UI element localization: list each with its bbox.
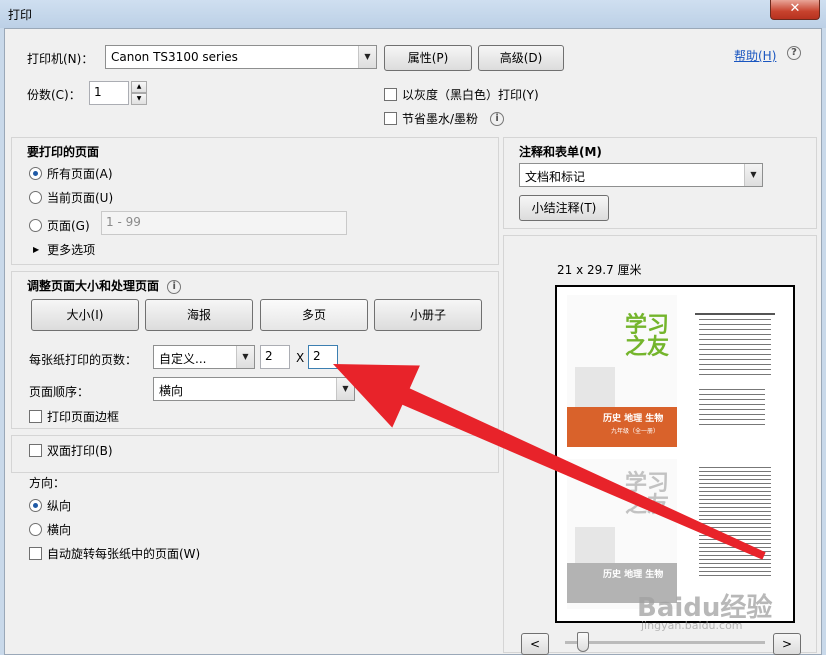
pages-title: 要打印的页面 xyxy=(27,145,100,159)
auto-rotate-label: 自动旋转每张纸中的页面(W) xyxy=(47,547,201,561)
paper-size-label: 21 x 29.7 厘米 xyxy=(557,263,642,277)
preview-cover-top: 学习之友 历史 地理 生物 九年级（全一册） xyxy=(567,295,677,447)
spin-down-icon[interactable]: ▼ xyxy=(131,93,147,105)
size-button[interactable]: 大小(I) xyxy=(31,299,139,331)
radio-current-label: 当前页面(U) xyxy=(47,191,114,205)
print-dialog: 打印机(N)： Canon TS3100 series ▼ 属性(P) 高级(D… xyxy=(4,28,822,655)
columns-input[interactable]: 2 xyxy=(260,345,290,369)
comments-title: 注释和表单(M) xyxy=(519,145,602,159)
radio-landscape[interactable]: 横向 xyxy=(29,521,71,538)
page-order-select[interactable]: 横向 ▼ xyxy=(153,377,355,401)
radio-portrait[interactable]: 纵向 xyxy=(29,497,71,514)
more-options-label: 更多选项 xyxy=(47,243,96,257)
radio-all-pages[interactable]: 所有页面(A) xyxy=(29,165,113,182)
preview-text-page-top xyxy=(685,307,785,437)
checkbox-box[interactable] xyxy=(29,410,42,423)
sizing-title: 调整页面大小和处理页面 i xyxy=(27,277,182,294)
sizing-title-text: 调整页面大小和处理页面 xyxy=(27,279,160,293)
help-icon[interactable]: ? xyxy=(787,46,801,60)
print-border-label: 打印页面边框 xyxy=(47,410,120,424)
orientation-label: 方向： xyxy=(29,476,66,490)
radio-dot[interactable] xyxy=(29,167,42,180)
summarize-comments-button[interactable]: 小结注释(T) xyxy=(519,195,609,221)
pages-per-sheet-label: 每张纸打印的页数： xyxy=(29,353,138,367)
auto-rotate-checkbox[interactable]: 自动旋转每张纸中的页面(W) xyxy=(29,545,200,562)
checkbox-box[interactable] xyxy=(29,444,42,457)
next-page-button[interactable]: > xyxy=(773,633,801,655)
baidu-watermark-url: jingyan.baidu.com xyxy=(641,619,743,632)
save-ink-label: 节省墨水/墨粉 xyxy=(402,112,479,126)
radio-dot[interactable] xyxy=(29,499,42,512)
spin-up-icon[interactable]: ▲ xyxy=(131,81,147,93)
cover-subtitle: 历史 地理 生物 xyxy=(603,414,664,424)
cover-image xyxy=(575,367,615,407)
cover-band: 历史 地理 生物 九年级（全一册） xyxy=(567,407,677,447)
more-options-toggle[interactable]: ▶ 更多选项 xyxy=(33,241,95,258)
radio-dot[interactable] xyxy=(29,219,42,232)
triangle-right-icon: ▶ xyxy=(33,245,40,254)
cover-image xyxy=(575,527,615,567)
save-ink-checkbox[interactable]: 节省墨水/墨粉 i xyxy=(384,110,505,127)
checkbox-box[interactable] xyxy=(384,88,397,101)
close-button[interactable]: ✕ xyxy=(770,0,820,20)
radio-portrait-label: 纵向 xyxy=(47,499,72,513)
radio-all-label: 所有页面(A) xyxy=(47,167,113,181)
chevron-down-icon: ▼ xyxy=(744,164,762,186)
grayscale-checkbox[interactable]: 以灰度（黑白色）打印(Y) xyxy=(384,86,539,103)
grayscale-label: 以灰度（黑白色）打印(Y) xyxy=(402,88,539,102)
page-order-label: 页面顺序： xyxy=(29,385,90,399)
rows-input[interactable]: 2 xyxy=(308,345,338,369)
prev-page-button[interactable]: < xyxy=(521,633,549,655)
cover-subtitle-gray: 历史 地理 生物 xyxy=(603,570,664,580)
info-icon[interactable]: i xyxy=(490,111,505,126)
page-slider-thumb[interactable] xyxy=(577,632,589,652)
printer-select[interactable]: Canon TS3100 series ▼ xyxy=(105,45,377,69)
duplex-checkbox[interactable]: 双面打印(B) xyxy=(29,442,113,459)
copies-spinner[interactable]: ▲ ▼ xyxy=(131,81,147,105)
chevron-down-icon: ▼ xyxy=(358,46,376,68)
chevron-down-icon: ▼ xyxy=(236,346,254,368)
window-title: 打印 xyxy=(8,8,33,22)
copies-label: 份数(C)： xyxy=(27,88,81,102)
info-icon[interactable]: i xyxy=(167,279,182,294)
copies-input[interactable]: 1 xyxy=(89,81,129,105)
duplex-label: 双面打印(B) xyxy=(47,444,113,458)
pages-per-sheet-select[interactable]: 自定义... ▼ xyxy=(153,345,255,369)
preview-text-page-bottom xyxy=(685,467,785,597)
advanced-button[interactable]: 高级(D) xyxy=(478,45,564,71)
title-bar: 打印 ✕ xyxy=(0,0,826,28)
radio-dot[interactable] xyxy=(29,191,42,204)
cover-grade: 九年级（全一册） xyxy=(611,428,660,435)
cover-title: 学习之友 xyxy=(625,313,670,360)
page-slider-track[interactable] xyxy=(565,641,765,644)
radio-current-page[interactable]: 当前页面(U) xyxy=(29,189,113,206)
poster-button[interactable]: 海报 xyxy=(145,299,253,331)
radio-landscape-label: 横向 xyxy=(47,523,72,537)
multiple-button[interactable]: 多页 xyxy=(260,299,368,331)
radio-page-range[interactable]: 页面(G) xyxy=(29,217,90,234)
checkbox-box[interactable] xyxy=(384,112,397,125)
print-border-checkbox[interactable]: 打印页面边框 xyxy=(29,408,119,425)
preview-sheet: 学习之友 历史 地理 生物 九年级（全一册） 学习之友 历史 地理 生物 xyxy=(555,285,795,623)
properties-button[interactable]: 属性(P) xyxy=(384,45,472,71)
cover-title-gray: 学习之友 xyxy=(625,471,670,518)
printer-label: 打印机(N)： xyxy=(27,52,94,66)
printer-value: Canon TS3100 series xyxy=(111,50,238,64)
sizing-panel xyxy=(11,271,499,429)
radio-dot[interactable] xyxy=(29,523,42,536)
pages-per-sheet-value: 自定义... xyxy=(159,352,207,366)
times-label: X xyxy=(296,351,305,365)
checkbox-box[interactable] xyxy=(29,547,42,560)
comments-select[interactable]: 文档和标记 ▼ xyxy=(519,163,763,187)
page-range-input[interactable]: 1 - 99 xyxy=(101,211,347,235)
help-link[interactable]: 帮助(H) xyxy=(734,47,776,64)
radio-range-label: 页面(G) xyxy=(47,219,90,233)
chevron-down-icon: ▼ xyxy=(336,378,354,400)
booklet-button[interactable]: 小册子 xyxy=(374,299,482,331)
page-order-value: 横向 xyxy=(159,384,184,398)
comments-value: 文档和标记 xyxy=(525,170,586,184)
